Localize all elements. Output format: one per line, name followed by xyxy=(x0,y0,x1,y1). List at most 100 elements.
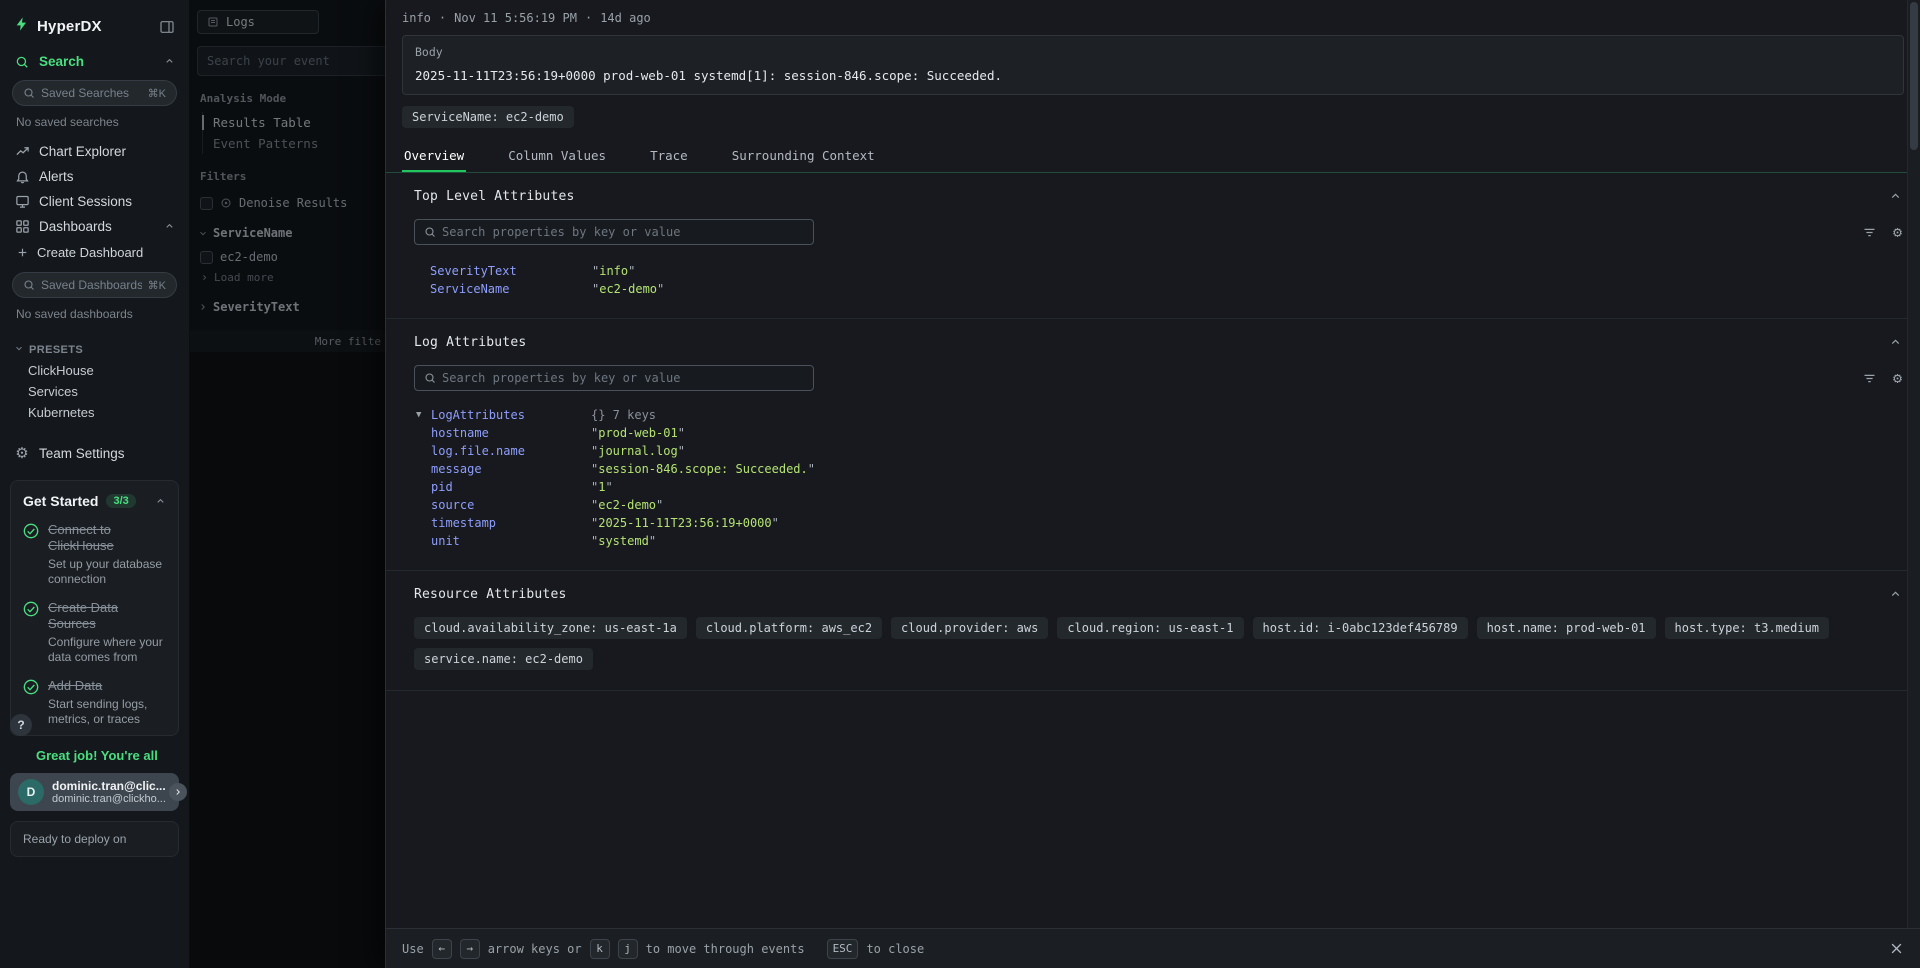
filter-lines-icon[interactable] xyxy=(1862,225,1877,240)
saved-searches-field[interactable] xyxy=(41,86,142,100)
preset-item[interactable]: Services xyxy=(0,381,189,402)
attribute-key: log.file.name xyxy=(431,442,591,460)
tab[interactable]: Column Values xyxy=(506,140,608,172)
get-started-title: Get Started xyxy=(23,493,98,509)
progress-badge: 3/3 xyxy=(106,494,135,508)
help-button[interactable]: ? xyxy=(10,714,32,736)
event-relative-time: 14d ago xyxy=(600,11,651,25)
attribute-row[interactable]: message session-846.scope: Succeeded. xyxy=(431,460,1904,478)
saved-dashboards-input[interactable]: ⌘K xyxy=(12,272,177,298)
attribute-row[interactable]: SeverityText info xyxy=(430,262,1904,280)
section-resource-attributes: Resource Attributes cloud.availability_z… xyxy=(386,570,1920,691)
attribute-key: pid xyxy=(431,478,591,496)
modal-overlay[interactable] xyxy=(190,0,385,968)
get-started-item-desc: Set up your database connection xyxy=(48,557,166,587)
search-icon xyxy=(23,279,35,291)
get-started-item-title: Add Data xyxy=(48,678,166,694)
sidebar-item-dashboards[interactable]: Dashboards xyxy=(0,214,189,239)
attribute-row[interactable]: source ec2-demo xyxy=(431,496,1904,514)
attribute-key: unit xyxy=(431,532,591,550)
attribute-key: ServiceName xyxy=(430,280,592,298)
saved-searches-input[interactable]: ⌘K xyxy=(12,80,177,106)
attribute-value: journal.log xyxy=(591,442,1904,460)
get-started-item-title: Connect to ClickHouse xyxy=(48,522,166,554)
separator-dot: · xyxy=(585,11,592,25)
brand-row: HyperDX xyxy=(0,0,189,49)
preset-item[interactable]: ClickHouse xyxy=(0,360,189,381)
attribute-row[interactable]: unit systemd xyxy=(431,532,1904,550)
gear-icon[interactable]: ⚙ xyxy=(1893,371,1902,386)
chevron-up-icon[interactable] xyxy=(155,496,166,507)
brand-title: HyperDX xyxy=(37,18,102,35)
attribute-row[interactable]: log.file.name journal.log xyxy=(431,442,1904,460)
scrollbar-thumb[interactable] xyxy=(1910,2,1918,150)
section-top-level-attributes: Top Level Attributes xyxy=(386,173,1920,318)
great-job-row: Great job! You're all xyxy=(0,736,189,769)
gear-icon[interactable]: ⚙ xyxy=(1893,225,1902,240)
filter-panel: Logs Analysis Mode Results Table Event P… xyxy=(190,0,385,968)
properties-search-box[interactable] xyxy=(414,219,814,245)
drawer-footer: Use ← → arrow keys or k j to move throug… xyxy=(386,928,1920,968)
presets-header[interactable]: PRESETS xyxy=(0,331,189,360)
resource-attribute-chip: service.name: ec2-demo xyxy=(414,648,593,670)
attribute-key: LogAttributes xyxy=(431,406,591,424)
footer-text: Use xyxy=(402,942,424,956)
avatar: D xyxy=(18,779,44,805)
log-attributes-root-row[interactable]: ▼ LogAttributes {} 7 keys xyxy=(416,406,1904,424)
properties-search-input[interactable] xyxy=(442,225,804,239)
sidebar-item-chart-explorer[interactable]: Chart Explorer xyxy=(0,139,189,164)
search-icon xyxy=(23,87,35,99)
separator-dot: · xyxy=(439,11,446,25)
tab[interactable]: Overview xyxy=(402,140,466,172)
chevron-down-icon xyxy=(14,343,24,356)
sidebar-item-client-sessions[interactable]: Client Sessions xyxy=(0,189,189,214)
shortcut-hint: ⌘K xyxy=(148,279,166,292)
attribute-row[interactable]: timestamp 2025-11-11T23:56:19+0000 xyxy=(431,514,1904,532)
resource-attribute-chip: cloud.region: us-east-1 xyxy=(1057,617,1243,639)
scrollbar-track[interactable] xyxy=(1907,0,1920,928)
attribute-row[interactable]: hostname prod-web-01 xyxy=(431,424,1904,442)
attribute-value: session-846.scope: Succeeded. xyxy=(591,460,1904,478)
attribute-row[interactable]: pid 1 xyxy=(431,478,1904,496)
sidebar-item-team-settings[interactable]: ⚙ Team Settings xyxy=(0,441,189,466)
attribute-value: ec2-demo xyxy=(591,496,1904,514)
event-timestamp: Nov 11 5:56:19 PM xyxy=(454,11,577,25)
detail-scroll-area: Top Level Attributes xyxy=(386,173,1920,928)
caret-down-icon[interactable]: ▼ xyxy=(416,406,431,424)
tab[interactable]: Surrounding Context xyxy=(730,140,877,172)
body-label: Body xyxy=(415,45,1891,59)
sidebar-item-search[interactable]: Search xyxy=(0,49,189,74)
properties-search-box[interactable] xyxy=(414,365,814,391)
saved-dashboards-field[interactable] xyxy=(41,278,142,292)
create-dashboard-button[interactable]: Create Dashboard xyxy=(0,239,189,266)
resource-attribute-chip: host.name: prod-web-01 xyxy=(1477,617,1656,639)
great-job-message: Great job! You're all xyxy=(36,748,158,763)
detail-tabs: Overview Column Values Trace Surrounding… xyxy=(386,140,1920,173)
filter-lines-icon[interactable] xyxy=(1862,371,1877,386)
attribute-row[interactable]: ServiceName ec2-demo xyxy=(430,280,1904,298)
check-circle-icon xyxy=(23,601,39,665)
attribute-value: info xyxy=(592,262,1904,280)
no-saved-dashboards-note: No saved dashboards xyxy=(0,300,189,331)
app-root: HyperDX Search ⌘K No saved searches xyxy=(0,0,1920,968)
close-icon[interactable] xyxy=(1889,941,1904,956)
body-card: Body 2025-11-11T23:56:19+0000 prod-web-0… xyxy=(402,35,1904,95)
gear-icon: ⚙ xyxy=(14,446,30,461)
presets-label: PRESETS xyxy=(29,344,83,356)
chevron-right-icon[interactable] xyxy=(169,783,187,801)
chevron-up-icon[interactable] xyxy=(1889,336,1904,349)
service-name-chip: ServiceName: ec2-demo xyxy=(402,106,574,128)
plus-icon xyxy=(16,246,29,259)
sidebar-item-alerts[interactable]: Alerts xyxy=(0,164,189,189)
user-menu[interactable]: D dominic.tran@clic... dominic.tran@clic… xyxy=(10,773,179,811)
resource-attribute-chip: cloud.availability_zone: us-east-1a xyxy=(414,617,687,639)
chevron-up-icon[interactable] xyxy=(1889,190,1904,203)
attribute-key: message xyxy=(431,460,591,478)
tab[interactable]: Trace xyxy=(648,140,690,172)
properties-search-input[interactable] xyxy=(442,371,804,385)
sidebar-collapse-icon[interactable] xyxy=(159,19,175,35)
chevron-up-icon[interactable] xyxy=(1889,588,1904,601)
section-log-attributes: Log Attributes xyxy=(386,318,1920,570)
preset-item[interactable]: Kubernetes xyxy=(0,402,189,423)
get-started-item-desc: Start sending logs, metrics, or traces xyxy=(48,697,166,727)
